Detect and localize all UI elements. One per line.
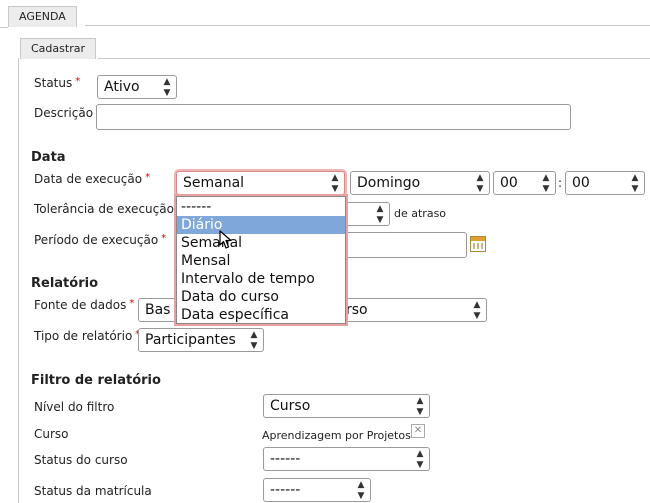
- section-relatorio-title: Relatório: [31, 276, 98, 291]
- status-label: Status *: [34, 76, 81, 90]
- frequency-dropdown-list[interactable]: ------ Diário Semanal Mensal Intervalo de te…: [176, 196, 346, 324]
- frequency-select[interactable]: Semanal ▲ ▼: [176, 171, 345, 195]
- select-arrows-icon: ▲ ▼: [631, 173, 639, 194]
- tolerancia-select[interactable]: ▲ ▼: [340, 202, 390, 226]
- select-arrows-icon: ▲ ▼: [250, 330, 258, 351]
- time-separator: :: [558, 176, 563, 190]
- tab-bar-line: [0, 27, 8, 28]
- dropdown-option[interactable]: Diário: [177, 216, 345, 234]
- clear-x-icon[interactable]: ✕: [411, 424, 425, 438]
- minute-select[interactable]: 00 ▲ ▼: [565, 171, 645, 195]
- tab-bar-line: [85, 25, 650, 26]
- calendar-icon[interactable]: [470, 236, 486, 252]
- descricao-input[interactable]: [96, 104, 571, 130]
- periodo-label: Período de execução *: [34, 233, 167, 247]
- panel-border-top: [98, 58, 650, 59]
- dropdown-option[interactable]: Data específica: [177, 306, 345, 324]
- dropdown-option[interactable]: Semanal: [177, 234, 345, 252]
- tipo-label: Tipo de relatório*: [34, 329, 140, 343]
- nivel-label: Nível do filtro: [34, 400, 115, 414]
- select-arrows-icon: ▲ ▼: [476, 173, 484, 194]
- status-matricula-select[interactable]: ------ ▲ ▼: [263, 478, 371, 502]
- select-arrows-icon: ▲ ▼: [163, 77, 171, 98]
- select-arrows-icon: ▲ ▼: [542, 173, 550, 194]
- status-select[interactable]: Ativo ▲ ▼: [97, 75, 177, 99]
- hour-select[interactable]: 00 ▲ ▼: [493, 171, 556, 195]
- tolerancia-suffix: de atraso: [394, 207, 447, 220]
- select-arrows-icon: ▲ ▼: [416, 449, 424, 470]
- mouse-cursor-icon: [219, 230, 232, 249]
- select-arrows-icon: ▲ ▼: [473, 300, 481, 321]
- status-matricula-label: Status da matrícula: [34, 484, 152, 498]
- status-curso-label: Status do curso: [34, 453, 128, 467]
- curso-label: Curso: [34, 427, 69, 441]
- dropdown-option[interactable]: Intervalo de tempo: [177, 270, 345, 288]
- descricao-label: Descrição: [34, 106, 94, 120]
- tab-cadastrar[interactable]: Cadastrar: [20, 38, 96, 59]
- data-execucao-label: Data de execução *: [34, 172, 151, 186]
- nivel-select[interactable]: Curso ▲ ▼: [263, 394, 430, 418]
- section-data-title: Data: [31, 150, 66, 165]
- dropdown-option[interactable]: ------: [177, 198, 345, 216]
- tolerancia-label: Tolerância de execução: [34, 202, 174, 216]
- dropdown-option[interactable]: Mensal: [177, 252, 345, 270]
- status-curso-select[interactable]: ------ ▲ ▼: [263, 447, 430, 471]
- tipo-select[interactable]: Participantes ▲ ▼: [138, 328, 264, 352]
- curso-value: Aprendizagem por Projetos: [262, 429, 411, 442]
- panel-border-left: [18, 58, 19, 503]
- section-filtro-title: Filtro de relatório: [31, 373, 161, 388]
- select-arrows-icon: ▲ ▼: [331, 173, 339, 194]
- select-arrows-icon: ▲ ▼: [376, 204, 384, 225]
- select-arrows-icon: ▲ ▼: [357, 480, 365, 501]
- weekday-select[interactable]: Domingo ▲ ▼: [350, 171, 490, 195]
- periodo-input[interactable]: [340, 232, 467, 258]
- tab-agenda[interactable]: AGENDA: [8, 6, 77, 27]
- dropdown-option[interactable]: Data do curso: [177, 288, 345, 306]
- select-arrows-icon: ▲ ▼: [416, 396, 424, 417]
- fonte-label: Fonte de dados *: [34, 298, 135, 312]
